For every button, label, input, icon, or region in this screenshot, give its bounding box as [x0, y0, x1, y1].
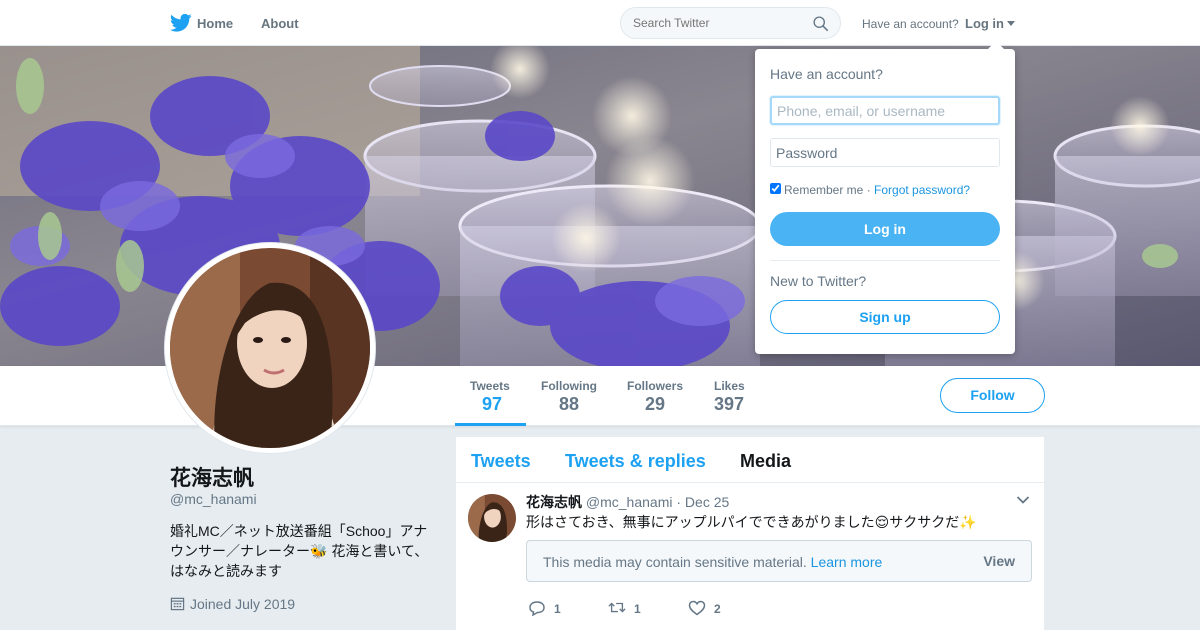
remember-me-row: Remember me · Forgot password? — [770, 183, 970, 197]
retweet-icon — [608, 602, 626, 613]
retweet-count: 1 — [634, 602, 641, 616]
search-icon[interactable] — [812, 15, 829, 32]
remember-me-checkbox[interactable] — [770, 183, 781, 194]
dropdown-arrow — [988, 41, 1004, 49]
stat-following[interactable]: Following 88 — [541, 366, 597, 426]
joined-text: Joined July 2019 — [190, 596, 296, 612]
nav-about-link[interactable]: About — [261, 16, 299, 31]
stat-tweets-value: 97 — [482, 394, 503, 414]
profile-name: 花海志帆 — [170, 467, 254, 490]
timeline: Tweets Tweets & replies Media 花海志帆 @mc_h… — [456, 437, 1044, 630]
tweet-author-handle[interactable]: @mc_hanami — [586, 494, 673, 510]
login-dropdown: Have an account? Remember me · Forgot pa… — [755, 41, 1015, 354]
tweet-author-name[interactable]: 花海志帆 — [526, 494, 582, 510]
reply-icon — [529, 601, 545, 617]
reply-action[interactable]: 1 — [528, 600, 561, 617]
profile-bio: 婚礼MC／ネット放送番組「Schoo」アナウンサー／ナレーター🐝 花海と書いて、… — [170, 523, 429, 579]
chevron-down-icon[interactable] — [1016, 495, 1030, 505]
sensitive-media-warning: This media may contain sensitive materia… — [526, 540, 1032, 582]
heart-icon — [688, 600, 706, 616]
twitter-bird-icon[interactable] — [170, 13, 192, 33]
retweet-action[interactable]: 1 — [608, 600, 641, 616]
dropdown-divider — [770, 260, 1000, 261]
stat-likes-label: Likes — [714, 379, 745, 393]
stat-tweets-label: Tweets — [470, 379, 510, 393]
caret-down-icon — [1007, 21, 1015, 26]
new-to-twitter-text: New to Twitter? — [770, 273, 867, 289]
avatar[interactable] — [165, 243, 375, 453]
profile-joined: Joined July 2019 — [170, 596, 295, 612]
tweet-dot: · — [676, 494, 682, 510]
login-dropdown-title: Have an account? — [770, 66, 883, 82]
top-navigation: Home About Have an account? Log in — [0, 0, 1200, 46]
nav-home-link[interactable]: Home — [197, 16, 233, 31]
tab-tweets[interactable]: Tweets — [471, 451, 531, 472]
tweet-avatar-image — [468, 494, 516, 542]
tweet-header: 花海志帆 @mc_hanami · Dec 25 — [526, 492, 729, 512]
tweet[interactable]: 花海志帆 @mc_hanami · Dec 25 形はさておき、無事にアップルパ… — [456, 483, 1044, 630]
login-dropdown-toggle[interactable]: Log in — [965, 16, 1015, 31]
tab-tweets-replies[interactable]: Tweets & replies — [565, 451, 706, 472]
password-field[interactable] — [770, 138, 1000, 167]
stat-tweets[interactable]: Tweets 97 — [455, 366, 526, 426]
have-account-text: Have an account? — [862, 17, 959, 31]
avatar-image — [170, 248, 370, 448]
reply-count: 1 — [554, 602, 561, 616]
username-field[interactable] — [770, 96, 1000, 125]
sensitive-media-text: This media may contain sensitive materia… — [543, 554, 882, 570]
stat-following-value: 88 — [559, 394, 580, 414]
search-box — [620, 7, 841, 39]
warning-message: This media may contain sensitive materia… — [543, 554, 807, 570]
search-input[interactable] — [633, 16, 803, 30]
follow-button[interactable]: Follow — [940, 378, 1045, 413]
tweet-text: 形はさておき、無事にアップルパイでできあがりました😌サクサクだ✨ — [526, 514, 977, 530]
signup-button[interactable]: Sign up — [770, 300, 1000, 334]
tweet-date[interactable]: Dec 25 — [685, 494, 729, 510]
stat-followers[interactable]: Followers 29 — [627, 366, 683, 426]
tab-media[interactable]: Media — [740, 451, 791, 472]
stat-followers-value: 29 — [645, 394, 666, 414]
timeline-tabs: Tweets Tweets & replies Media — [456, 437, 1044, 483]
login-button[interactable]: Log in — [770, 212, 1000, 246]
stat-followers-label: Followers — [627, 379, 684, 393]
profile-handle[interactable]: @mc_hanami — [170, 491, 257, 507]
login-toggle-label: Log in — [965, 16, 1004, 31]
calendar-icon — [170, 597, 185, 611]
stat-likes-value: 397 — [714, 394, 745, 414]
like-count: 2 — [714, 602, 721, 616]
learn-more-link[interactable]: Learn more — [811, 554, 883, 570]
remember-separator: · — [863, 183, 875, 197]
stat-following-label: Following — [541, 379, 597, 393]
like-action[interactable]: 2 — [688, 600, 721, 616]
stat-likes[interactable]: Likes 397 — [714, 366, 745, 426]
view-media-button[interactable]: View — [983, 553, 1015, 569]
forgot-password-link[interactable]: Forgot password? — [874, 183, 970, 197]
remember-me-label[interactable]: Remember me — [784, 183, 863, 197]
tweet-avatar[interactable] — [468, 494, 516, 542]
